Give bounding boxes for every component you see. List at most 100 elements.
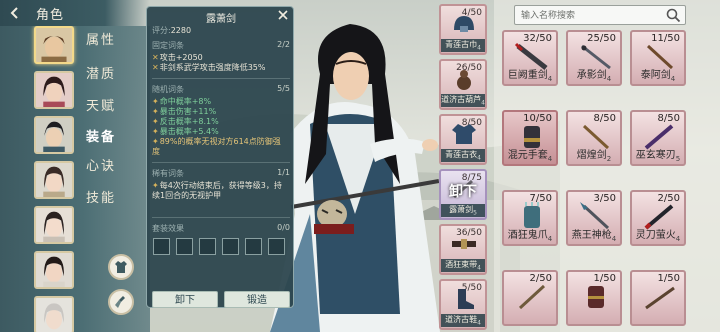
equipped-name: 青莲古巾4 — [441, 39, 485, 52]
maiden-portrait-icon — [36, 208, 72, 242]
rare-count: 1/1 — [277, 168, 290, 177]
lady-portrait-icon — [36, 163, 72, 197]
character-portrait-3[interactable] — [34, 116, 74, 154]
close-button[interactable] — [276, 8, 290, 22]
stat-marker-icon: ✦ — [152, 137, 159, 146]
helmet-icon — [454, 16, 474, 32]
random-stat-3: ✦反击概率+8.1% — [152, 117, 219, 126]
stat-marker-icon: ✕ — [152, 53, 159, 62]
fixed-stat-1: ✕攻击+2050 — [152, 53, 203, 62]
broom-icon — [115, 296, 125, 308]
inventory-panel: 32/50 巨阙重剑4 25/50 承影剑4 11/50 泰阿剑4 10/50 … — [494, 0, 720, 332]
inventory-item[interactable]: 1/50 — [630, 270, 686, 326]
item-name: 泰阿剑4 — [640, 70, 676, 83]
fixed-stat-2: ✕非剑系武学攻击强度降低35% — [152, 63, 266, 72]
search-box — [514, 5, 686, 25]
female-portrait-icon — [36, 73, 72, 107]
forge-button[interactable]: 锻造 — [224, 291, 290, 308]
set-slot-empty — [245, 238, 262, 255]
rare-stat-1: ✦每4次行动结束后，获得等级3，持 — [152, 181, 282, 190]
item-tooltip: 露萧剑 评分:2280 固定词条 2/2 ✕攻击+2050 ✕非剑系武学攻击强度… — [146, 6, 294, 308]
equipped-name: 道济古葫芦4 — [441, 94, 485, 107]
set-slot-empty — [199, 238, 216, 255]
inventory-item[interactable]: 25/50 承影剑4 — [566, 30, 622, 86]
equipped-name: 露萧剑5 — [441, 204, 485, 217]
divider — [152, 162, 290, 163]
stat-marker-icon: ✕ — [152, 63, 159, 72]
item-name: 燕王神枪4 — [571, 230, 617, 243]
stat-marker-icon: ✦ — [152, 107, 159, 116]
stat-marker-icon: ✦ — [152, 127, 159, 136]
nav-potential[interactable]: 潜质 — [86, 63, 116, 82]
unequip-button[interactable]: 卸下 — [152, 291, 218, 308]
equipped-name: 青莲古衣4 — [441, 149, 485, 162]
nav-attributes[interactable]: 属性 — [86, 29, 116, 48]
belt-icon — [452, 239, 476, 249]
inventory-item[interactable]: 3/50 燕王神枪4 — [566, 190, 622, 246]
set-slot-empty — [222, 238, 239, 255]
nav-skills[interactable]: 技能 — [86, 187, 116, 206]
score-row: 评分:2280 — [152, 25, 290, 36]
score-label: 评分: — [152, 26, 171, 35]
equipped-name: 酒狂束带4 — [441, 259, 485, 272]
search-icon[interactable] — [666, 8, 681, 23]
swordsman-portrait-icon — [36, 118, 72, 152]
gauntlet-icon — [588, 286, 604, 308]
fixed-section-header: 固定词条 2/2 — [152, 40, 290, 51]
rare-label: 稀有词条 — [152, 169, 184, 178]
character-portrait-5[interactable] — [34, 206, 74, 244]
unequip-label: 卸下 — [449, 184, 477, 200]
set-slot-empty — [268, 238, 285, 255]
equipped-slot-belt[interactable]: 36/50 酒狂束带4 — [439, 224, 487, 275]
inventory-item[interactable]: 2/50 — [502, 270, 558, 326]
nav-mental-art[interactable]: 心诀 — [86, 155, 116, 174]
inventory-item[interactable]: 2/50 灵刀萤火4 — [630, 190, 686, 246]
random-count: 5/5 — [277, 84, 290, 93]
random-stat-1: ✦命中概率+8% — [152, 97, 212, 106]
inventory-item[interactable]: 7/50 酒狂鬼爪4 — [502, 190, 558, 246]
equipped-slot-weapon[interactable]: 8/75 卸下 露萧剑5 — [439, 169, 487, 220]
character-portrait-7[interactable] — [34, 296, 74, 332]
search-input[interactable] — [521, 8, 661, 23]
score-value: 2280 — [170, 26, 192, 35]
robe-icon — [452, 124, 476, 144]
page-title: 角色 — [36, 7, 65, 23]
back-button[interactable] — [0, 0, 30, 26]
inventory-item[interactable]: 32/50 巨阙重剑4 — [502, 30, 558, 86]
divider — [152, 78, 290, 79]
outfit-button[interactable] — [108, 254, 134, 280]
equipped-slot-head[interactable]: 4/50 青莲古巾4 — [439, 4, 487, 55]
item-name: 巫玄寒刃5 — [635, 150, 681, 163]
stat-marker-icon: ✦ — [152, 117, 159, 126]
random-stat-5: ✦89%的概率无视对方614点防御强 — [152, 137, 281, 146]
set-count: 0/0 — [277, 223, 290, 232]
character-portrait-2[interactable] — [34, 71, 74, 109]
nav-talent[interactable]: 天赋 — [86, 95, 116, 114]
clean-button[interactable] — [108, 289, 134, 315]
character-portrait-4[interactable] — [34, 161, 74, 199]
set-label: 套装效果 — [152, 224, 184, 233]
item-name: 熠煌剑2 — [576, 150, 612, 163]
equipped-slot-accessory[interactable]: 26/50 道济古葫芦4 — [439, 59, 487, 110]
random-stat-2: ✦暴击伤害+11% — [152, 107, 217, 116]
nav-equipment[interactable]: 装备 — [86, 126, 116, 145]
item-name: 承影剑4 — [576, 70, 612, 83]
character-portrait-1[interactable] — [34, 26, 74, 64]
inventory-item[interactable]: 8/50 熠煌剑2 — [566, 110, 622, 166]
fixed-count: 2/2 — [277, 40, 290, 49]
inventory-item[interactable]: 8/50 巫玄寒刃5 — [630, 110, 686, 166]
inventory-item[interactable]: 10/50 混元手套4 — [502, 110, 558, 166]
character-portrait-6[interactable] — [34, 251, 74, 289]
inventory-item[interactable]: 1/50 — [566, 270, 622, 326]
gourd-icon — [457, 70, 471, 90]
inventory-item[interactable]: 11/50 泰阿剑4 — [630, 30, 686, 86]
boots-icon — [458, 289, 474, 309]
equipped-slot-body[interactable]: 8/50 青莲古衣4 — [439, 114, 487, 165]
set-section-header: 套装效果 0/0 — [152, 223, 290, 234]
back-arrow-icon — [10, 7, 18, 19]
robe-icon — [115, 261, 127, 273]
divider — [152, 217, 290, 218]
sword-icon — [518, 284, 546, 310]
young-portrait-icon — [36, 253, 72, 287]
equipped-slot-feet[interactable]: 5/50 道济古鞋4 — [439, 279, 487, 330]
